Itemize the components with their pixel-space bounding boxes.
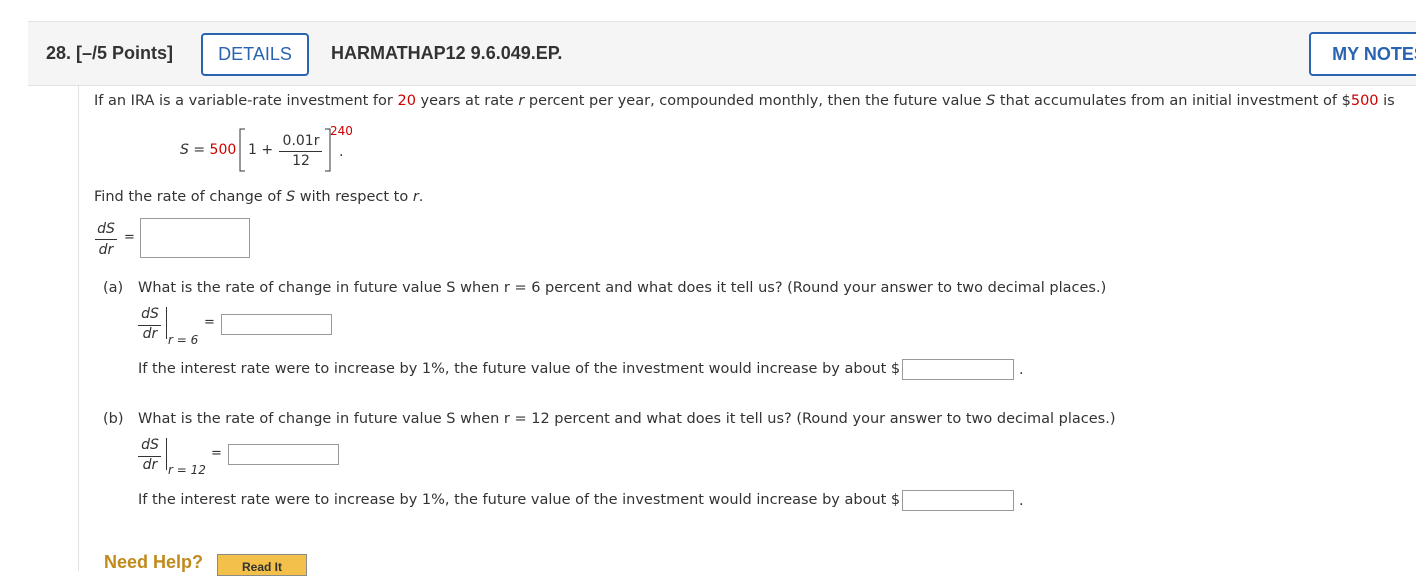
part-b-increase-input[interactable] [902, 490, 1014, 511]
part-a-letter: (a) [103, 280, 124, 296]
part-b-rate-input[interactable] [228, 444, 339, 465]
my-notes-button[interactable]: MY NOTES [1309, 32, 1416, 76]
details-button[interactable]: DETAILS [201, 33, 309, 76]
formula-principal: 500 [209, 142, 237, 158]
question-code: HARMATHAP12 9.6.049.EP. [331, 43, 563, 63]
read-it-button[interactable]: Read It [217, 554, 307, 576]
need-help-label: Need Help? [104, 552, 204, 572]
question-header: 28. [–/5 Points] DETAILS HARMATHAP12 9.6… [28, 21, 1416, 86]
find-rate-text: Find the rate of change of S with respec… [94, 189, 424, 205]
question-number: 28. [–/5 Points] [46, 43, 174, 63]
part-a-rate-input[interactable] [221, 314, 332, 335]
derivative-input[interactable] [140, 218, 250, 258]
part-a-increase-text: If the interest rate were to increase by… [138, 361, 901, 377]
part-b-increase-text: If the interest rate were to increase by… [138, 492, 901, 508]
part-a-increase-input[interactable] [902, 359, 1014, 380]
part-a-question: What is the rate of change in future val… [138, 280, 1107, 296]
part-b-letter: (b) [103, 411, 124, 427]
principal-value: 500 [1350, 93, 1379, 109]
part-b-question: What is the rate of change in future val… [138, 411, 1116, 427]
content-divider [78, 85, 79, 571]
problem-intro: If an IRA is a variable-rate investment … [94, 93, 1395, 109]
years-value: 20 [397, 93, 416, 109]
formula-exponent: 240 [330, 124, 353, 138]
